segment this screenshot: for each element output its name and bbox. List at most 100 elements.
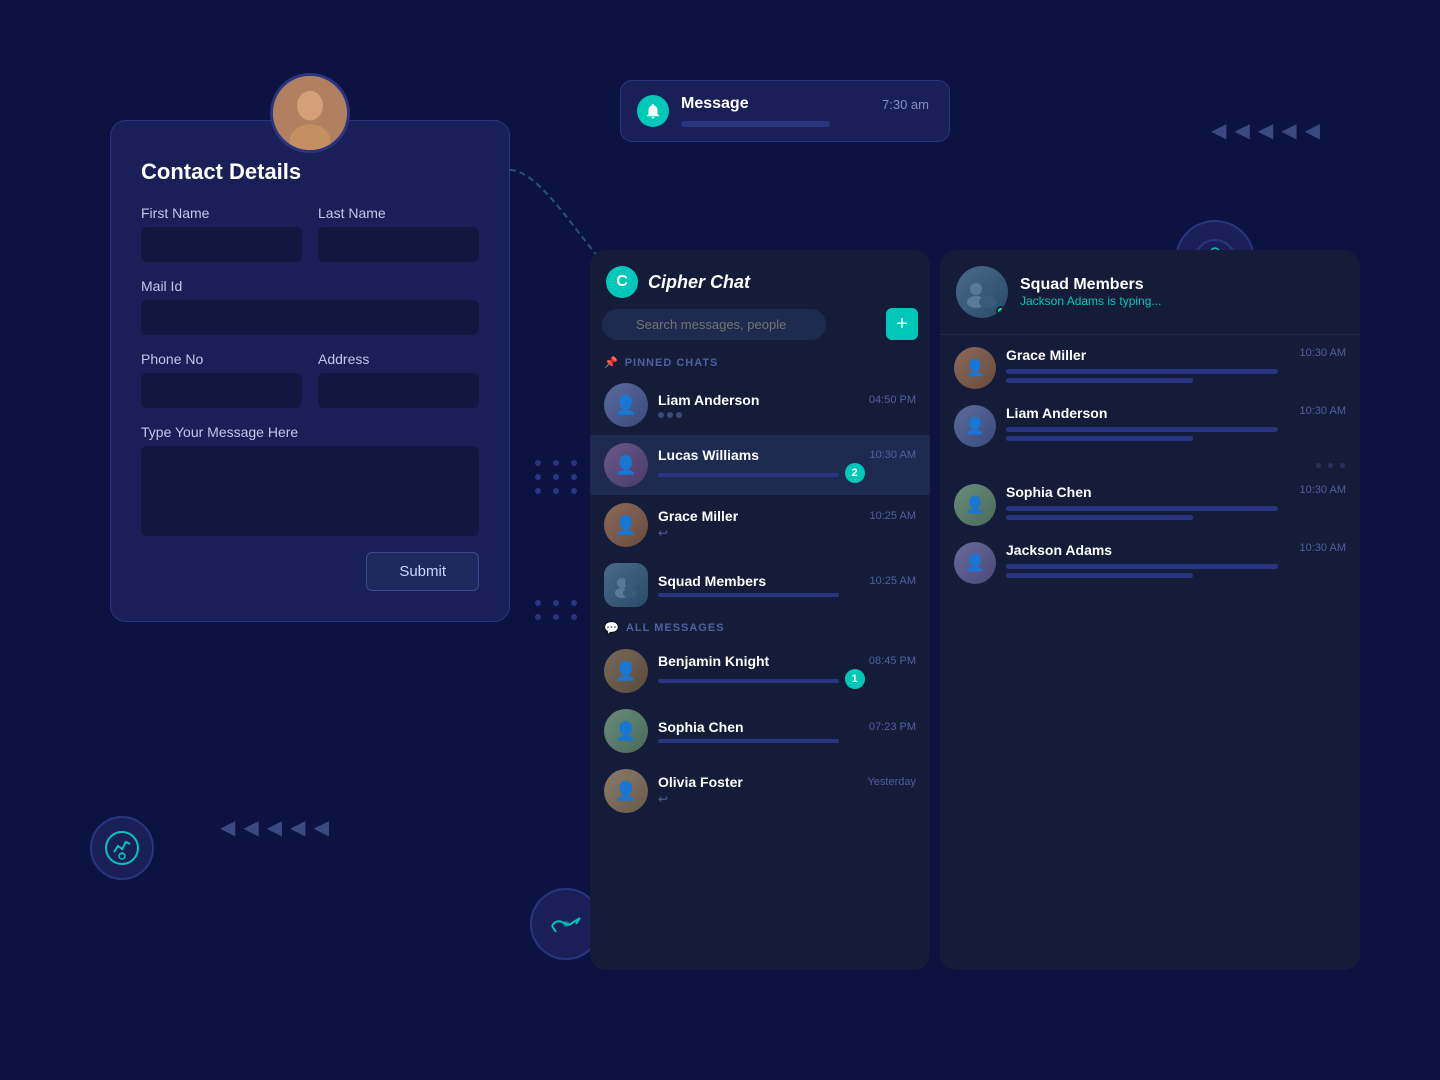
right-panel: Squad Members Jackson Adams is typing...…: [940, 250, 1360, 970]
rp-item-liam: 👤 Liam Anderson 10:30 AM: [954, 405, 1346, 447]
notification-title: Message: [681, 95, 872, 113]
reply-icon-grace: ↩: [658, 526, 668, 540]
first-name-input[interactable]: [141, 227, 302, 262]
chat-search-row: ⌕ +: [590, 308, 930, 350]
rp-time-grace: 10:30 AM: [1300, 347, 1346, 363]
rp-name-grace: Grace Miller: [1006, 347, 1086, 363]
rp-avatar-jackson: 👤: [954, 542, 996, 584]
rp-name-jackson: Jackson Adams: [1006, 542, 1112, 558]
chat-time-sophia: 07:23 PM: [869, 721, 916, 733]
avatar-olivia: 👤: [604, 769, 648, 813]
chat-name-olivia: Olivia Foster: [658, 774, 743, 790]
rp-messages-list: 👤 Grace Miller 10:30 AM 👤 Liam Anderson …: [940, 335, 1360, 970]
rp-bar-liam-1: [1006, 427, 1278, 432]
rp-bar-sophia-1: [1006, 506, 1278, 511]
badge-lucas: 2: [845, 463, 865, 483]
first-name-label: First Name: [141, 205, 302, 221]
chat-name-liam: Liam Anderson: [658, 392, 759, 408]
chat-bar-sophia: [658, 739, 839, 743]
float-icon-chart: [90, 816, 154, 880]
chat-logo-icon: C: [606, 266, 638, 298]
rp-item-grace: 👤 Grace Miller 10:30 AM: [954, 347, 1346, 389]
address-input[interactable]: [318, 373, 479, 408]
nav-arrows-bottom[interactable]: ◀◀◀◀◀: [220, 815, 329, 840]
chat-time-grace: 10:25 AM: [870, 510, 916, 522]
online-indicator: [996, 306, 1006, 316]
avatar-squad: [604, 563, 648, 607]
chat-item-sophia[interactable]: 👤 Sophia Chen 07:23 PM: [590, 701, 930, 761]
rp-time-jackson: 10:30 AM: [1300, 542, 1346, 558]
rp-bar-grace-1: [1006, 369, 1278, 374]
all-messages-label: 💬 ALL MESSAGES: [590, 615, 930, 641]
chat-bar-benjamin: [658, 679, 839, 683]
chat-item-squad[interactable]: Squad Members 10:25 AM: [590, 555, 930, 615]
chat-bar-squad: [658, 593, 839, 597]
add-chat-button[interactable]: +: [886, 308, 918, 340]
last-name-input[interactable]: [318, 227, 479, 262]
bell-icon: [637, 95, 669, 127]
chat-search-input[interactable]: [602, 309, 826, 340]
chat-header: C Cipher Chat: [590, 250, 930, 308]
nav-arrows-top[interactable]: ◀◀◀◀◀: [1211, 118, 1320, 143]
avatar-grace: 👤: [604, 503, 648, 547]
chat-name-squad: Squad Members: [658, 573, 766, 589]
chat-item-lucas[interactable]: 👤 Lucas Williams 10:30 AM 2: [590, 435, 930, 495]
typing-dots-liam: [658, 412, 916, 418]
chat-name-sophia: Sophia Chen: [658, 719, 744, 735]
chat-time-lucas: 10:30 AM: [870, 449, 916, 461]
message-label: Type Your Message Here: [141, 424, 479, 440]
chat-item-liam[interactable]: 👤 Liam Anderson 04:50 PM: [590, 375, 930, 435]
rp-time-liam: 10:30 AM: [1300, 405, 1346, 421]
rp-bar-sophia-2: [1006, 515, 1193, 520]
last-name-label: Last Name: [318, 205, 479, 221]
rp-contact-name: Squad Members: [1020, 276, 1344, 294]
rp-bar-liam-2: [1006, 436, 1193, 441]
chat-name-grace: Grace Miller: [658, 508, 738, 524]
chat-time-benjamin: 08:45 PM: [869, 655, 916, 667]
rp-name-sophia: Sophia Chen: [1006, 484, 1092, 500]
rp-avatar-grace: 👤: [954, 347, 996, 389]
mail-input[interactable]: [141, 300, 479, 335]
contact-card-title: Contact Details: [141, 159, 479, 185]
rp-status: Jackson Adams is typing...: [1020, 294, 1344, 308]
chat-item-grace[interactable]: 👤 Grace Miller 10:25 AM ↩: [590, 495, 930, 555]
rp-time-sophia: 10:30 AM: [1300, 484, 1346, 500]
rp-bar-jackson-2: [1006, 573, 1193, 578]
rp-name-liam: Liam Anderson: [1006, 405, 1107, 421]
rp-item-jackson: 👤 Jackson Adams 10:30 AM: [954, 542, 1346, 584]
chat-logo-text: Cipher Chat: [648, 272, 750, 293]
mail-label: Mail Id: [141, 278, 479, 294]
chat-time-squad: 10:25 AM: [870, 575, 916, 587]
rp-header: Squad Members Jackson Adams is typing...: [940, 250, 1360, 335]
address-label: Address: [318, 351, 479, 367]
rp-bar-jackson-1: [1006, 564, 1278, 569]
chat-time-liam: 04:50 PM: [869, 394, 916, 406]
reply-icon-olivia: ↩: [658, 792, 668, 806]
avatar-sophia: 👤: [604, 709, 648, 753]
badge-benjamin: 1: [845, 669, 865, 689]
chat-name-lucas: Lucas Williams: [658, 447, 759, 463]
contact-details-card: Contact Details First Name Last Name Mai…: [110, 120, 510, 622]
phone-input[interactable]: [141, 373, 302, 408]
chat-item-olivia[interactable]: 👤 Olivia Foster Yesterday ↩: [590, 761, 930, 821]
avatar-liam: 👤: [604, 383, 648, 427]
pinned-chat-list: 👤 Liam Anderson 04:50 PM 👤 Lucas William…: [590, 375, 930, 970]
phone-label: Phone No: [141, 351, 302, 367]
rp-item-sophia: 👤 Sophia Chen 10:30 AM: [954, 484, 1346, 526]
rp-avatar-liam: 👤: [954, 405, 996, 447]
chat-item-benjamin[interactable]: 👤 Benjamin Knight 08:45 PM 1: [590, 641, 930, 701]
avatar-benjamin: 👤: [604, 649, 648, 693]
message-textarea[interactable]: [141, 446, 479, 536]
rp-bar-grace-2: [1006, 378, 1193, 383]
cipher-chat-panel: C Cipher Chat ⌕ + 📌 PINNED CHATS 👤 Liam …: [590, 250, 930, 970]
rp-avatar-sophia: 👤: [954, 484, 996, 526]
notification-bar: [681, 121, 830, 127]
message-notification: Message 7:30 am: [620, 80, 950, 142]
avatar-lucas: 👤: [604, 443, 648, 487]
rp-header-avatar: [956, 266, 1008, 318]
submit-button[interactable]: Submit: [366, 552, 479, 591]
contact-avatar: [270, 73, 350, 153]
chat-time-olivia: Yesterday: [867, 776, 916, 788]
notification-time: 7:30 am: [882, 97, 929, 112]
chat-name-benjamin: Benjamin Knight: [658, 653, 769, 669]
